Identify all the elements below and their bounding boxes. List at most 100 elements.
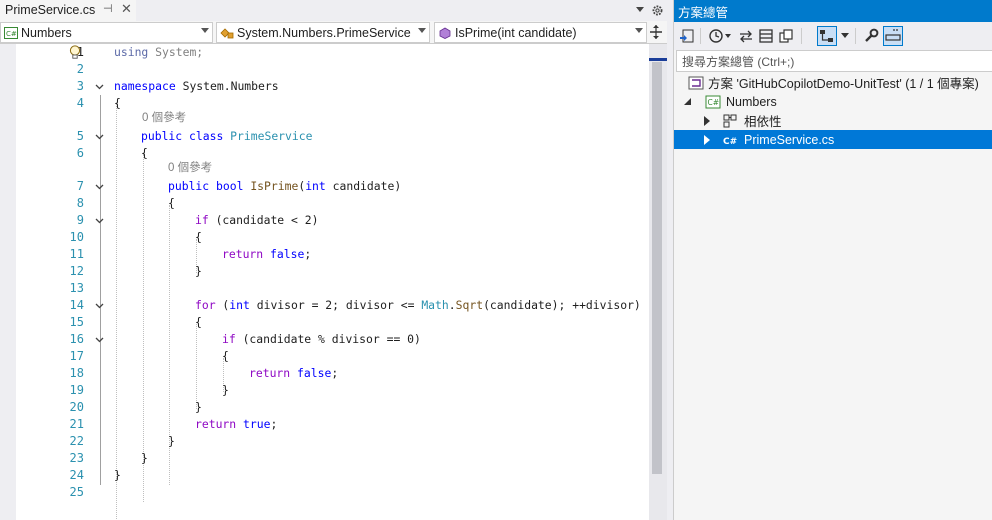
code-line-14[interactable]: 14 for (int divisor = 2; divisor <= Math… — [16, 297, 649, 314]
pending-changes-filter-button[interactable] — [706, 26, 734, 46]
code-line-4[interactable]: 4 { — [16, 95, 649, 112]
svg-text:C#: C# — [708, 98, 720, 107]
code-line-16[interactable]: 16 if (candidate % divisor == 0) — [16, 331, 649, 348]
line-number: 2 — [76, 62, 84, 76]
copy-files-icon — [779, 29, 793, 43]
settings-gear-icon[interactable] — [651, 4, 664, 17]
solution-explorer-panel: 方案總管 搜尋方案總管 (Ctrl+;) 方案 'GitHubCopilotDe… — [673, 0, 992, 520]
collapse-all-button[interactable] — [756, 26, 776, 46]
collapsed-triangle-icon[interactable] — [702, 116, 712, 126]
member-dropdown[interactable]: IsPrime(int candidate) — [434, 22, 647, 43]
code-line-2[interactable]: 2 — [16, 61, 649, 78]
editor-vertical-scrollbar[interactable] — [649, 44, 667, 520]
expanded-triangle-icon[interactable] — [683, 97, 693, 107]
properties-view-toggle-button[interactable] — [817, 26, 837, 46]
chevron-down-icon — [635, 28, 643, 33]
switch-views-button[interactable] — [677, 26, 697, 46]
csharp-project-icon: C# — [4, 26, 18, 39]
tree-item-label: Numbers — [726, 94, 777, 109]
tree-item-dependencies[interactable]: 相依性 — [674, 111, 992, 130]
line-number: 16 — [69, 332, 84, 346]
code-line-25[interactable]: 25 — [16, 484, 649, 501]
method-icon — [439, 27, 451, 39]
code-line-22[interactable]: 22 } — [16, 433, 649, 450]
scrollbar-thumb[interactable] — [652, 62, 662, 474]
line-number: 14 — [69, 298, 84, 312]
code-line-9[interactable]: 9 if (candidate < 2) — [16, 212, 649, 229]
type-dropdown[interactable]: System.Numbers.PrimeService — [216, 22, 430, 43]
member-dropdown-label: IsPrime(int candidate) — [455, 25, 577, 40]
line-number: 24 — [69, 468, 84, 482]
project-dropdown-label: Numbers — [21, 25, 72, 40]
codelens-references[interactable]: 0 個參考 — [168, 160, 212, 177]
code-line-8[interactable]: 8 { — [16, 195, 649, 212]
code-line-1[interactable]: 1 using System; — [16, 44, 649, 61]
code-line-3[interactable]: 3 namespace System.Numbers — [16, 78, 649, 95]
line-number: 23 — [69, 451, 84, 465]
line-number: 12 — [69, 264, 84, 278]
code-line-11[interactable]: 11 return false; — [16, 246, 649, 263]
tree-item-primeservice-file[interactable]: C# PrimeService.cs — [674, 130, 992, 149]
code-line-23[interactable]: 23 } — [16, 450, 649, 467]
line-number: 6 — [76, 146, 84, 160]
type-dropdown-label: System.Numbers.PrimeService — [237, 25, 411, 40]
close-icon[interactable]: ✕ — [121, 1, 132, 17]
code-line-5[interactable]: 5 public class PrimeService — [16, 128, 649, 145]
code-line-7[interactable]: 7 public bool IsPrime(int candidate) — [16, 178, 649, 195]
tab-overflow-dropdown-icon[interactable] — [634, 3, 646, 15]
properties-button[interactable] — [861, 26, 881, 46]
tree-item-solution[interactable]: 方案 'GitHubCopilotDemo-UnitTest' (1 / 1 個… — [674, 73, 992, 92]
collapse-chevron-icon[interactable] — [95, 335, 104, 343]
line-number: 10 — [69, 230, 84, 244]
split-window-icon[interactable] — [650, 25, 662, 39]
code-line-6[interactable]: 6 { — [16, 145, 649, 162]
svg-text:C#: C# — [6, 30, 17, 38]
line-number: 21 — [69, 417, 84, 431]
code-line-21[interactable]: 21 return true; — [16, 416, 649, 433]
code-line-12[interactable]: 12 } — [16, 263, 649, 280]
preview-selected-items-button[interactable] — [883, 26, 903, 46]
collapse-chevron-icon[interactable] — [95, 82, 104, 90]
collapse-chevron-icon[interactable] — [95, 182, 104, 190]
project-dropdown[interactable]: C# Numbers — [0, 22, 213, 43]
chevron-down-icon — [418, 28, 426, 33]
tree-item-project-numbers[interactable]: C# Numbers — [674, 92, 992, 111]
document-tab-primeservice[interactable]: PrimeService.cs ⊣ ✕ — [0, 0, 136, 21]
solution-search-input[interactable]: 搜尋方案總管 (Ctrl+;) — [676, 50, 992, 72]
chevron-down-icon[interactable] — [841, 33, 849, 39]
code-line-20[interactable]: 20 } — [16, 399, 649, 416]
line-number: 9 — [76, 213, 84, 227]
line-number: 4 — [76, 96, 84, 110]
sync-with-active-document-button[interactable] — [736, 26, 756, 46]
collapsed-triangle-icon[interactable] — [702, 135, 712, 145]
show-all-files-button[interactable] — [776, 26, 796, 46]
wrench-icon — [865, 28, 879, 42]
collapse-chevron-icon[interactable] — [95, 216, 104, 224]
code-line-19[interactable]: 19 } — [16, 382, 649, 399]
collapse-chevron-icon[interactable] — [95, 132, 104, 140]
code-line-13[interactable]: 13 — [16, 280, 649, 297]
code-line-24[interactable]: 24 } — [16, 467, 649, 484]
preview-icon — [885, 29, 901, 41]
editor-left-margin — [0, 44, 16, 520]
pin-icon[interactable]: ⊣ — [103, 2, 113, 15]
line-number: 5 — [76, 129, 84, 143]
codelens-references[interactable]: 0 個參考 — [142, 110, 186, 127]
lightbulb-icon[interactable] — [69, 45, 81, 60]
code-line-18[interactable]: 18 return false; — [16, 365, 649, 382]
scroll-caret-marker — [649, 58, 667, 61]
code-line-10[interactable]: 10 { — [16, 229, 649, 246]
switch-views-icon — [680, 29, 694, 43]
line-number: 3 — [76, 79, 84, 93]
code-line-15[interactable]: 15 { — [16, 314, 649, 331]
tree-item-label: 相依性 — [744, 115, 782, 129]
collapse-chevron-icon[interactable] — [95, 301, 104, 309]
document-tab-strip: PrimeService.cs ⊣ ✕ — [0, 0, 667, 21]
line-number: 18 — [69, 366, 84, 380]
code-line-17[interactable]: 17 { — [16, 348, 649, 365]
line-number: 11 — [69, 247, 84, 261]
line-number: 22 — [69, 434, 84, 448]
code-text-area[interactable]: 1 using System; 2 3 namespace System.Num… — [16, 44, 649, 520]
document-tab-title: PrimeService.cs — [5, 2, 96, 17]
solution-search-placeholder: 搜尋方案總管 (Ctrl+;) — [682, 54, 795, 69]
